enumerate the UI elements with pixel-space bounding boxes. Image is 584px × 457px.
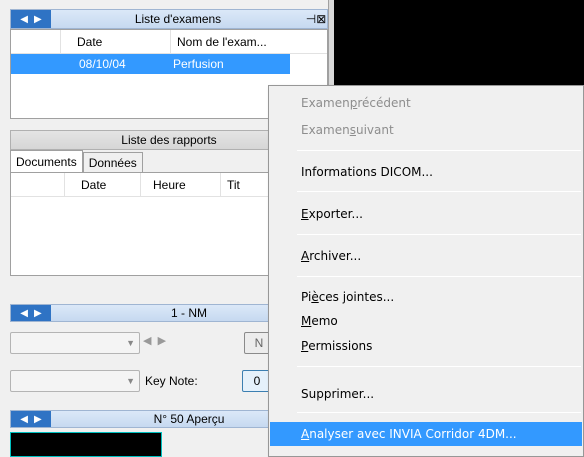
menu-item-dicom-info[interactable]: Informations DICOM... — [270, 160, 582, 184]
column-date[interactable]: Date — [61, 30, 171, 53]
menu-separator — [297, 366, 581, 367]
row-date: 08/10/04 — [79, 57, 126, 71]
menu-label-accel: P — [301, 339, 309, 353]
menu-item-next-exam[interactable]: Examen s uivant — [270, 118, 582, 142]
menu-item-export[interactable]: Exporter... — [270, 202, 582, 226]
row-exam-name: Perfusion — [173, 57, 224, 71]
menu-label-part: Supprimer... — [301, 387, 375, 401]
menu-separator — [297, 234, 581, 235]
arrow-right-icon[interactable]: ▶ — [34, 414, 42, 425]
column-blank — [11, 173, 65, 196]
menu-label-accel: E — [301, 207, 309, 221]
menu-separator — [297, 150, 581, 151]
menu-label-part: emo — [311, 314, 338, 328]
menu-label-part: xporter... — [308, 207, 363, 221]
arrow-left-icon[interactable]: ◀ — [143, 335, 151, 347]
arrow-right-icon[interactable]: ▶ — [34, 14, 42, 25]
series-nav-arrows[interactable]: ◀ ▶ — [11, 305, 51, 321]
menu-label-part: nalyser avec INVIA Corridor 4DM... — [309, 427, 517, 441]
preview-thumbnail[interactable] — [10, 432, 162, 457]
menu-label-part: Examen — [301, 123, 350, 137]
menu-label-accel: A — [301, 249, 310, 263]
menu-label-part: rchiver... — [309, 249, 362, 263]
column-exam-name[interactable]: Nom de l'exam... — [171, 30, 299, 53]
arrow-right-icon[interactable]: ▶ — [158, 335, 166, 347]
arrow-left-icon[interactable]: ◀ — [20, 308, 28, 319]
menu-separator — [297, 191, 581, 192]
menu-label-part: Examen — [301, 96, 350, 110]
menu-item-analyze-invia[interactable]: Analyser avec INVIA Corridor 4DM... — [270, 422, 582, 446]
menu-item-attachments[interactable]: Pi è ces jointes... — [270, 285, 582, 309]
exams-column-header: Date Nom de l'exam... — [11, 30, 327, 54]
menu-label-part: ces jointes... — [318, 290, 395, 304]
column-titre[interactable]: Tit — [221, 173, 261, 196]
menu-label-accel: è — [311, 290, 319, 304]
chevron-down-icon: ▼ — [126, 376, 135, 386]
preview-nav-arrows[interactable]: ◀ ▶ — [11, 411, 51, 427]
column-blank — [11, 30, 61, 53]
chevron-down-icon: ▼ — [126, 338, 135, 348]
column-date[interactable]: Date — [65, 173, 141, 196]
table-row[interactable]: 08/10/04 Perfusion — [11, 54, 290, 74]
menu-label-part: Pi — [301, 290, 312, 304]
exams-nav-arrows[interactable]: ◀ ▶ — [11, 10, 51, 28]
column-heure[interactable]: Heure — [141, 173, 221, 196]
pin-icon[interactable]: ⊣⊠ — [305, 12, 327, 26]
menu-item-archive[interactable]: Archiver... — [270, 244, 582, 268]
menu-label-accel: p — [349, 96, 358, 110]
menu-item-memo[interactable]: Memo — [270, 309, 582, 333]
exams-panel-header: ◀ ▶ Liste d'examens ⊣⊠ — [10, 9, 328, 29]
menu-label-part: uivant — [355, 123, 394, 137]
menu-separator — [297, 412, 581, 413]
series-combo-2[interactable]: ▼ — [10, 370, 140, 392]
menu-label-accel: A — [301, 427, 310, 441]
menu-separator — [297, 276, 581, 277]
context-menu: Examen p récédent Examen s uivant Informat… — [268, 85, 584, 457]
tab-documents[interactable]: Documents — [10, 150, 83, 172]
menu-item-previous-exam[interactable]: Examen p récédent — [270, 91, 582, 115]
exams-panel-title: Liste d'examens — [134, 12, 222, 26]
series-combo-1[interactable]: ▼ — [10, 332, 140, 354]
menu-item-permissions[interactable]: Permissions — [270, 334, 582, 358]
menu-label-part: Informations DICOM... — [301, 165, 433, 179]
menu-label-part: ermissions — [308, 339, 373, 353]
tab-donnees[interactable]: Données — [82, 152, 143, 172]
series-step-arrows[interactable]: ◀ ▶ — [143, 334, 166, 347]
menu-item-delete[interactable]: Supprimer... — [270, 382, 582, 406]
arrow-left-icon[interactable]: ◀ — [20, 414, 28, 425]
arrow-left-icon[interactable]: ◀ — [20, 14, 28, 25]
menu-label-part: récédent — [357, 96, 411, 110]
menu-label-accel: M — [301, 314, 312, 328]
key-note-label: Key Note: — [145, 374, 198, 388]
arrow-right-icon[interactable]: ▶ — [34, 308, 42, 319]
